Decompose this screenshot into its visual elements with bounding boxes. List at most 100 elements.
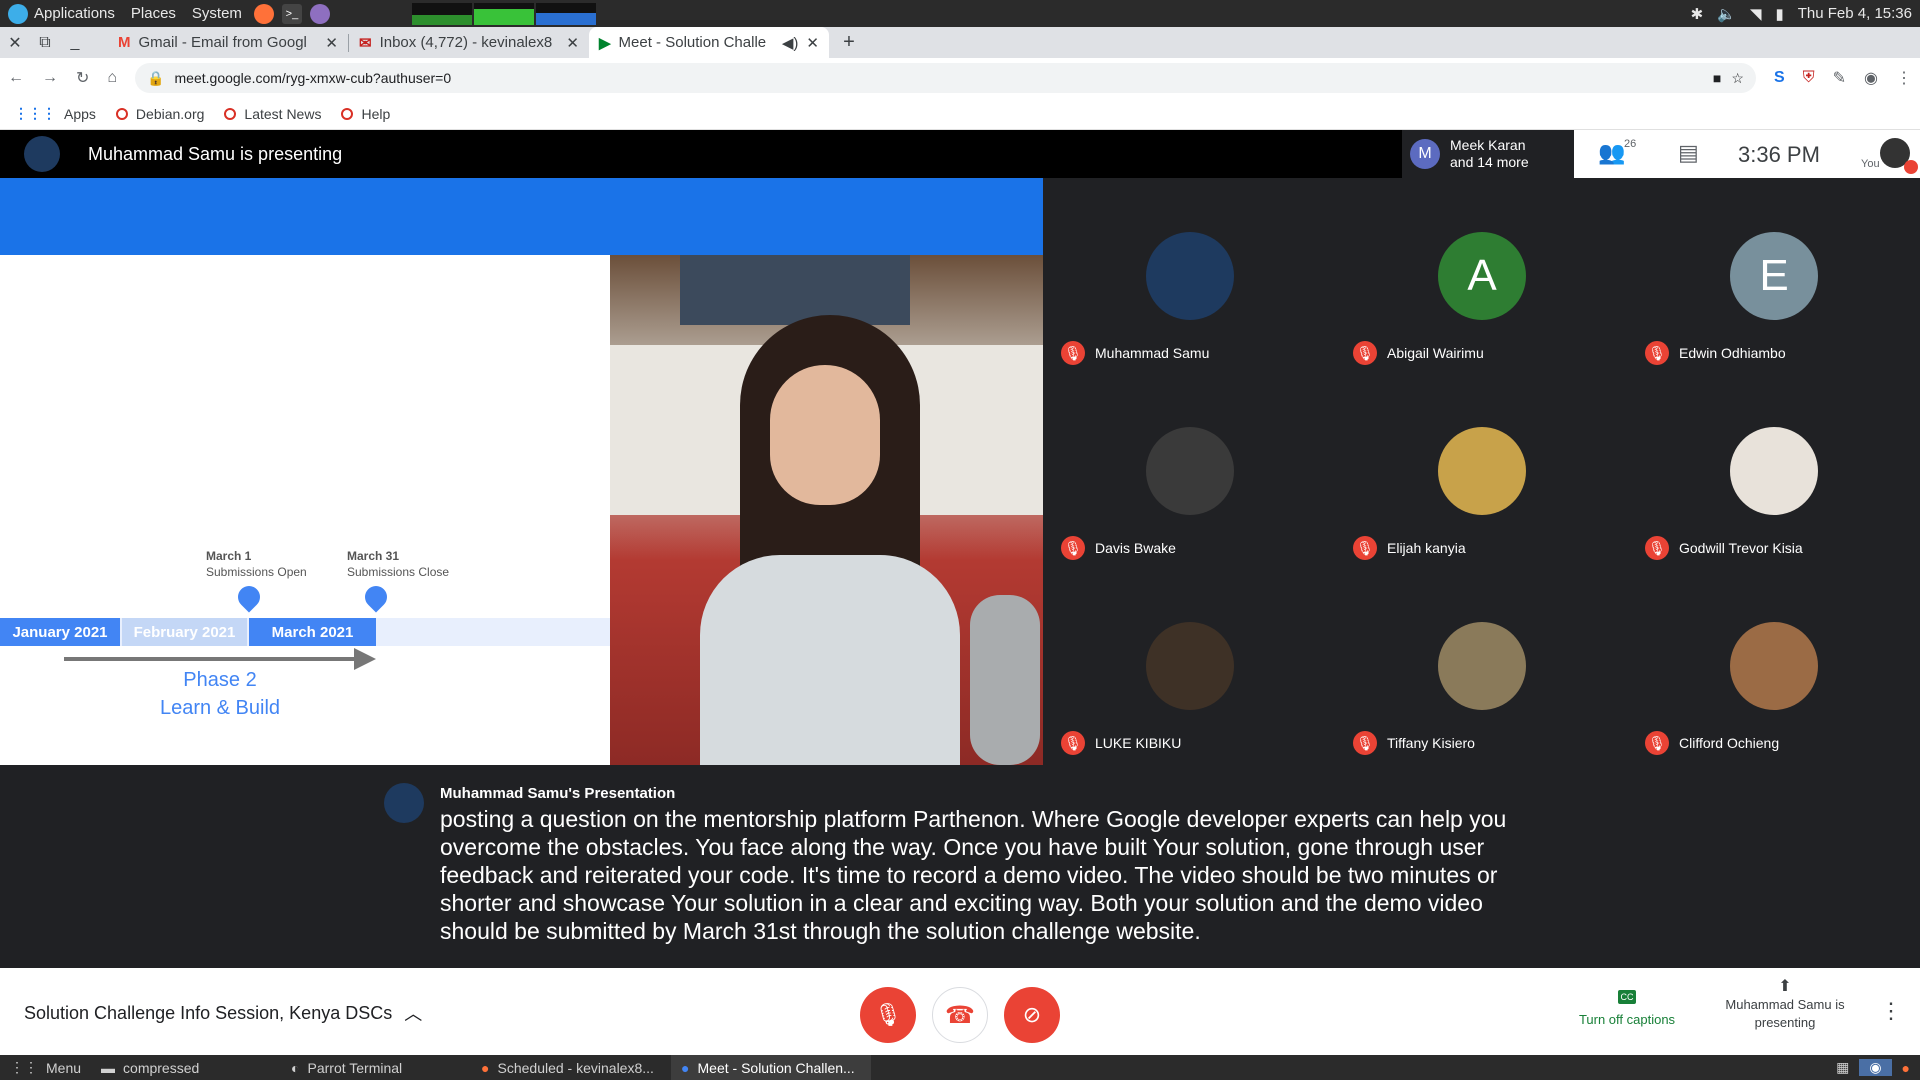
bookmark-debian[interactable]: Debian.org [115, 106, 204, 122]
camera-toggle-button[interactable]: ⊘ [1004, 987, 1060, 1043]
extension-puzzle-icon[interactable]: ✎ [1833, 68, 1846, 88]
camera-icon[interactable]: ■ [1713, 70, 1721, 86]
forward-arrow-icon[interactable]: → [42, 69, 58, 87]
os-menu-places[interactable]: Places [123, 5, 184, 22]
participant-name: Meek Karan [1450, 137, 1526, 153]
participant-tile[interactable]: 🎙 Godwill Trevor Kisia [1627, 373, 1919, 568]
captions-toggle-button[interactable]: CC Turn off captions [1572, 988, 1682, 1027]
firefox-tray-icon[interactable]: ● [1892, 1060, 1920, 1076]
caption-speaker-avatar [384, 783, 424, 823]
extension-shield-icon[interactable]: ⛨ [1803, 69, 1815, 87]
taskbar-item-scheduled[interactable]: ● Scheduled - kevinalex8... [471, 1055, 671, 1080]
phase-label: Phase 2 Learn & Build [159, 669, 281, 719]
self-mic-off-icon [1904, 160, 1918, 174]
window-close-icon[interactable]: ✕ [0, 27, 30, 58]
back-arrow-icon[interactable]: ← [8, 69, 24, 87]
os-menu-applications[interactable]: Applications [0, 3, 123, 24]
microphone-toggle-button[interactable]: 🎙 [860, 987, 916, 1043]
meet-header: Muhammad Samu is presenting M Meek Karan… [0, 130, 1920, 178]
timeline-month: January 2021 [0, 618, 120, 646]
taskbar-label: compressed [123, 1059, 200, 1076]
app-launcher-icon[interactable] [309, 3, 330, 24]
clock-datetime[interactable]: Thu Feb 4, 15:36 [1798, 5, 1912, 22]
caption-text: posting a question on the mentorship pla… [440, 806, 1507, 944]
workspace-icon[interactable]: ◉ [1859, 1059, 1892, 1076]
os-menu-system[interactable]: System [184, 5, 250, 22]
participant-tile[interactable]: 🎙 Elijah kanyia [1335, 373, 1627, 568]
participant-grid: 🎙 Muhammad Samu A 🎙 Abigail Wairimu E 🎙 Edw… [1043, 178, 1920, 765]
participant-tile[interactable]: 🎙 Tiffany Kisiero [1335, 568, 1627, 763]
hang-up-icon: ☎ [945, 1001, 975, 1029]
memory-graph-icon [473, 2, 534, 25]
presenter-avatar [24, 136, 60, 172]
profile-icon[interactable]: ◉ [1864, 68, 1878, 88]
meeting-clock: 3:36 PM [1738, 142, 1820, 167]
participant-name: Davis Bwake [1095, 540, 1176, 556]
participant-count: 26 [1624, 138, 1637, 150]
participant-more: and 14 more [1450, 154, 1529, 170]
new-tab-button[interactable]: + [829, 27, 869, 58]
tab-gmail[interactable]: M Gmail - Email from Googl ✕ [108, 27, 348, 58]
chevron-up-icon: ︿ [404, 1004, 423, 1024]
window-minimize-icon[interactable]: _ [60, 27, 90, 58]
taskbar-item-compressed[interactable]: ▬ compressed [91, 1055, 281, 1080]
meeting-details-button[interactable]: Solution Challenge Info Session, Kenya D… [24, 1000, 422, 1026]
participant-name: Edwin Odhiambo [1679, 345, 1786, 361]
browser-menu-icon[interactable]: ⋮ [1896, 68, 1912, 88]
people-icon[interactable]: 👥 [1598, 140, 1625, 166]
tray-icon[interactable]: ▦ [1826, 1059, 1859, 1076]
mic-off-icon: 🎙 [1645, 341, 1669, 365]
extension-s-icon[interactable]: S [1774, 69, 1785, 87]
person-sweater [700, 555, 960, 765]
participant-tile[interactable]: 🎙 Muhammad Samu [1043, 178, 1335, 373]
taskbar-item-meet[interactable]: ● Meet - Solution Challen... [671, 1055, 872, 1080]
chat-icon[interactable]: ▤ [1678, 140, 1699, 166]
participant-tile[interactable]: 🎙 Clifford Ochieng [1627, 568, 1919, 763]
cpu-graph-icon [411, 2, 472, 25]
firefox-launcher-icon[interactable] [253, 3, 274, 24]
tab-close-icon[interactable]: ✕ [566, 34, 579, 52]
terminal-launcher-icon[interactable]: >_ [281, 3, 302, 24]
wifi-icon[interactable]: ◥ [1750, 5, 1762, 23]
more-options-icon[interactable]: ⋮ [1880, 998, 1902, 1024]
tab-inbox[interactable]: ✉ Inbox (4,772) - kevinalex8 ✕ [349, 27, 589, 58]
battery-icon[interactable]: ▮ [1775, 5, 1783, 23]
bluetooth-icon[interactable]: ✱ [1691, 5, 1704, 23]
folder-icon: ▬ [101, 1059, 116, 1076]
caption-speaker: Muhammad Samu's Presentation [440, 785, 676, 802]
taskbar-menu[interactable]: ⋮⋮ Menu [0, 1055, 91, 1080]
meet-icon: ▶ [599, 34, 611, 52]
bookmark-apps[interactable]: ⋮⋮⋮ Apps [14, 105, 96, 122]
tab-close-icon[interactable]: ✕ [806, 34, 819, 52]
bookmark-latest-news[interactable]: Latest News [224, 106, 321, 122]
apps-grid-icon: ⋮⋮⋮ [14, 105, 56, 121]
home-icon[interactable]: ⌂ [107, 69, 117, 87]
tab-close-icon[interactable]: ✕ [325, 34, 338, 52]
mic-off-icon: 🎙 [1353, 341, 1377, 365]
participant-name: Clifford Ochieng [1679, 735, 1780, 751]
mic-off-icon: 🎙 [1061, 341, 1085, 365]
bookmark-help[interactable]: Help [341, 106, 390, 122]
reload-icon[interactable]: ↻ [76, 68, 89, 88]
window-restore-icon[interactable]: ⧉ [30, 27, 60, 58]
taskbar-label: Parrot Terminal [307, 1059, 403, 1076]
participant-tile[interactable]: E 🎙 Edwin Odhiambo [1627, 178, 1919, 373]
presentation-slide: March 1 Submissions Open March 31 Submis… [0, 178, 1043, 765]
participant-tile[interactable]: A 🎙 Abigail Wairimu [1335, 178, 1627, 373]
bookmark-star-icon[interactable]: ☆ [1731, 70, 1744, 87]
presenting-status-button[interactable]: ⬆ Muhammad Samu is presenting [1718, 978, 1852, 1032]
tab-meet[interactable]: ▶ Meet - Solution Challe ◀) ✕ [589, 27, 829, 58]
participant-tile[interactable]: 🎙 LUKE KIBIKU [1043, 568, 1335, 763]
avatar [1730, 427, 1818, 515]
taskbar-label: Menu [46, 1059, 82, 1076]
taskbar-item-terminal[interactable]: ◐ Parrot Terminal [281, 1055, 471, 1080]
tab-audio-icon[interactable]: ◀) [782, 34, 799, 52]
network-graph-icon [535, 2, 596, 25]
participant-tile[interactable]: 🎙 Davis Bwake [1043, 373, 1335, 568]
os-menu-label: Applications [34, 5, 115, 22]
bookmark-label: Latest News [244, 105, 322, 122]
address-bar[interactable]: 🔒 meet.google.com/ryg-xmxw-cub?authuser=… [135, 63, 1756, 93]
leave-call-button[interactable]: ☎ [932, 987, 988, 1043]
volume-icon[interactable]: 🔈 [1717, 5, 1736, 23]
participants-preview[interactable]: M Meek Karan and 14 more [1402, 130, 1574, 178]
